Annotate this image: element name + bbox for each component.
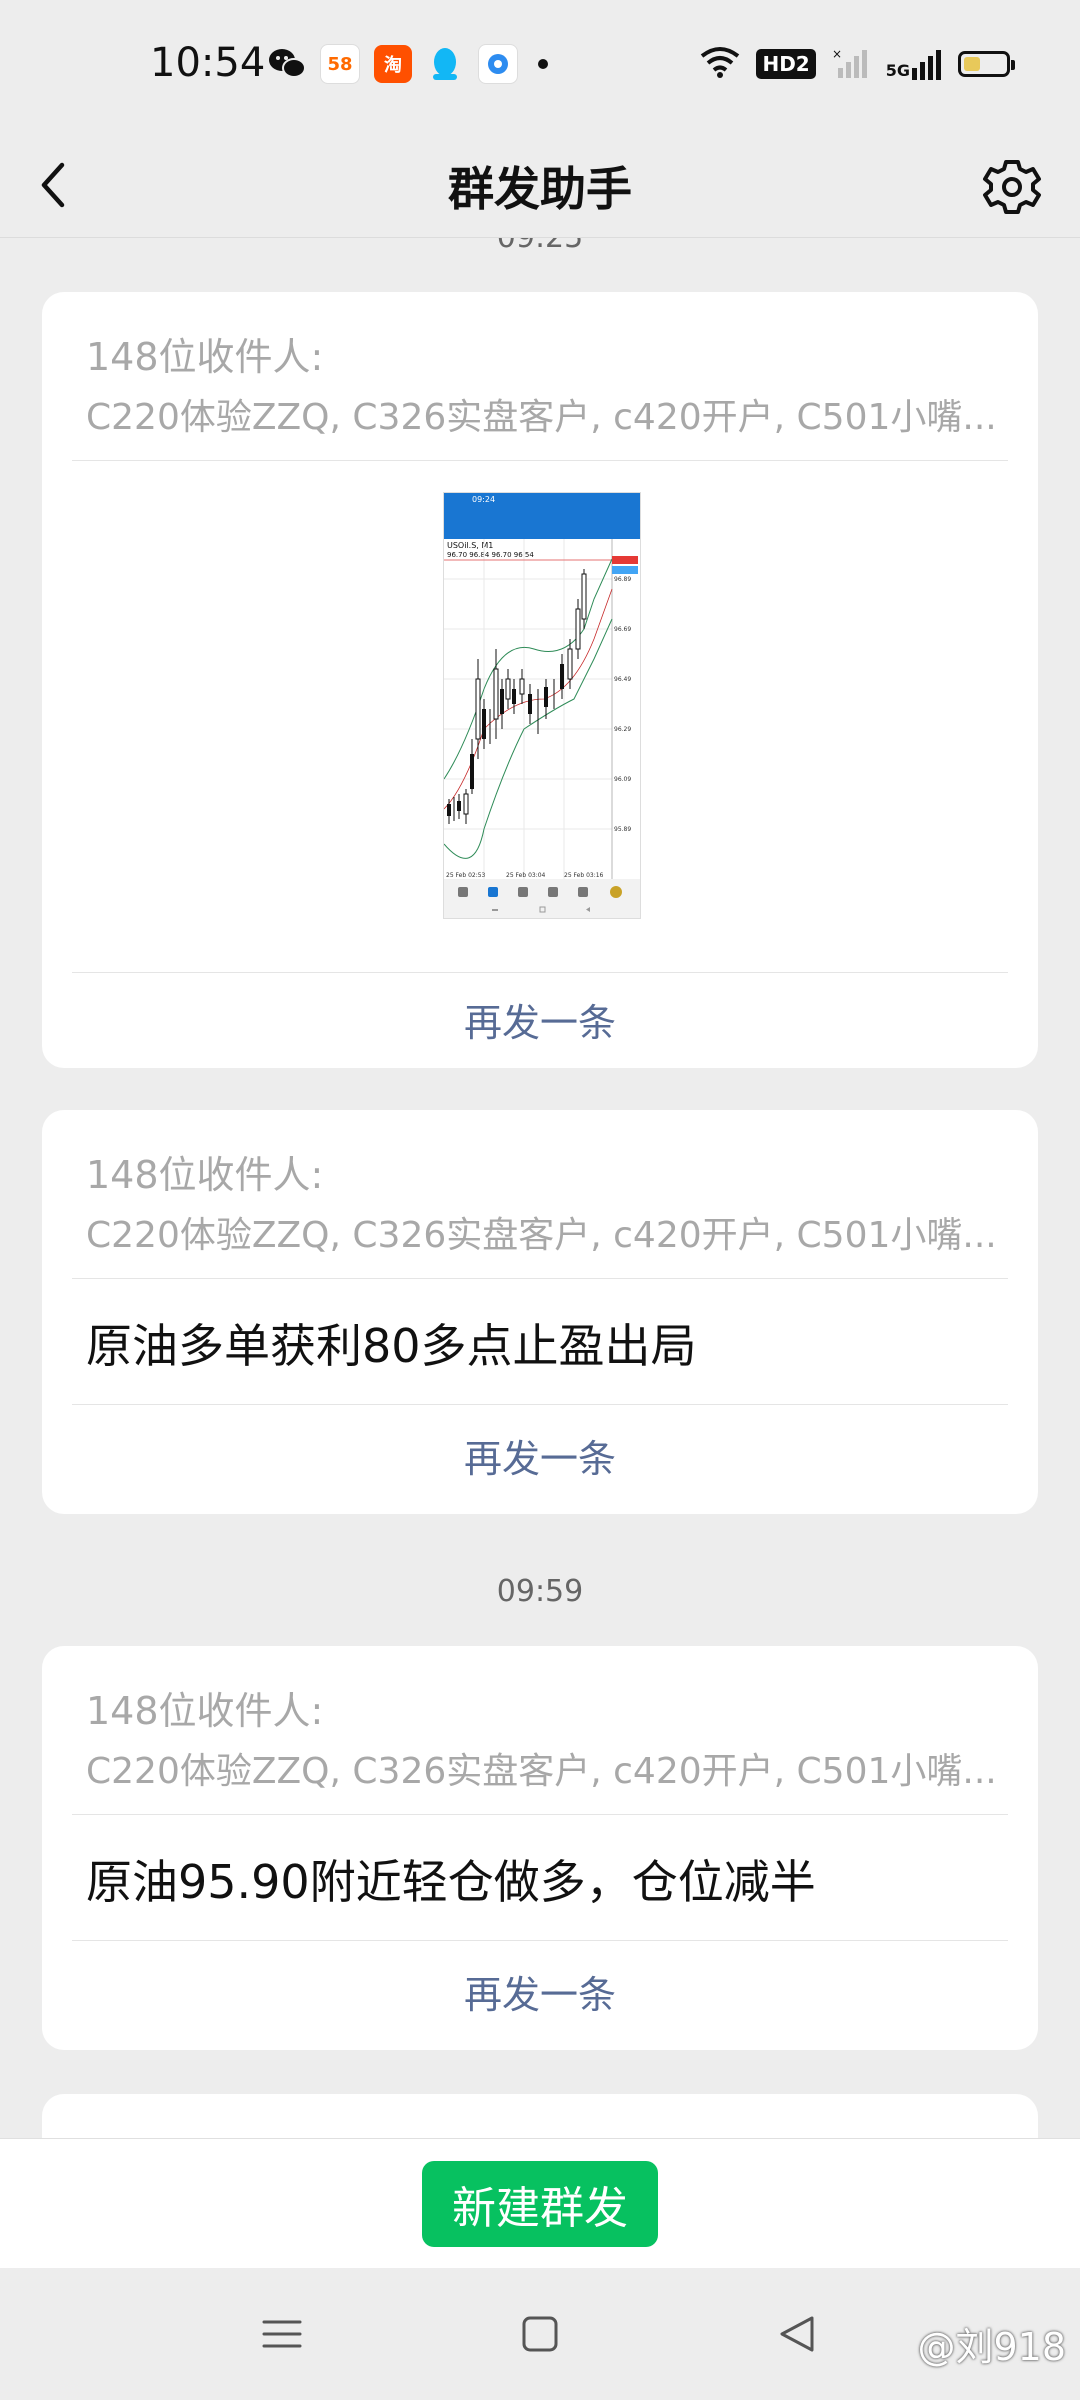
watermark: @刘918 bbox=[917, 2325, 1066, 2369]
hd-badge: HD2 bbox=[756, 49, 816, 79]
svg-text:96.29: 96.29 bbox=[614, 726, 631, 733]
menu-icon bbox=[262, 2320, 302, 2348]
svg-text:95.89: 95.89 bbox=[614, 826, 631, 833]
menu-nav-button[interactable] bbox=[252, 2304, 312, 2364]
divider bbox=[72, 972, 1008, 973]
message-card: 148位收件人: C220体验ZZQ, C326实盘客户, c420开户, C5… bbox=[42, 1646, 1038, 2050]
bottom-action-bar: 新建群发 bbox=[0, 2138, 1080, 2269]
resend-button[interactable]: 再发一条 bbox=[42, 1964, 1038, 2019]
candlestick-chart: 96.89 96.69 96.49 96.29 96.09 95.89 25 Feb 0… bbox=[444, 539, 638, 879]
recipient-count: 148位收件人: bbox=[86, 335, 324, 379]
qq-icon bbox=[426, 45, 464, 83]
recipient-names[interactable]: C220体验ZZQ, C326实盘客户, c420开户, C501小嘴... bbox=[86, 388, 1006, 440]
gear-icon bbox=[983, 160, 1041, 214]
thumb-status-time: 09:24 bbox=[472, 495, 496, 504]
home-square-icon bbox=[522, 2316, 558, 2352]
divider bbox=[72, 1278, 1008, 1279]
back-nav-button[interactable] bbox=[768, 2304, 828, 2364]
svg-text:96.89: 96.89 bbox=[614, 576, 631, 583]
divider bbox=[72, 1404, 1008, 1405]
taobao-icon: 淘 bbox=[374, 45, 412, 83]
thumb-toolbar: 09:24 bbox=[444, 493, 640, 539]
time-label: 09:59 bbox=[496, 1574, 584, 1609]
svg-text:×: × bbox=[832, 47, 842, 61]
divider bbox=[72, 1940, 1008, 1941]
system-nav-bar: @刘918 bbox=[0, 2268, 1080, 2400]
header: 群发助手 bbox=[0, 135, 1080, 238]
resend-button[interactable]: 再发一条 bbox=[42, 992, 1038, 1047]
message-text: 原油95.90附近轻仓做多，仓位减半 bbox=[86, 1855, 816, 1909]
svg-text:96.69: 96.69 bbox=[614, 626, 631, 633]
divider bbox=[72, 460, 1008, 461]
chart-screenshot-image[interactable]: 09:24 USOil.S, M1 96.70 96.84 96.70 96.5… bbox=[443, 492, 641, 919]
signal-weak-icon: × bbox=[832, 46, 870, 82]
browser-icon bbox=[478, 44, 518, 84]
battery-icon bbox=[958, 51, 1015, 77]
svg-text:96.09: 96.09 bbox=[614, 776, 631, 783]
svg-text:25 Feb 03:16: 25 Feb 03:16 bbox=[564, 872, 604, 879]
back-triangle-icon bbox=[780, 2316, 814, 2352]
notification-icons: 58 淘 bbox=[268, 44, 548, 84]
svg-text:25 Feb 02:53: 25 Feb 02:53 bbox=[446, 872, 486, 879]
more-dot-icon bbox=[538, 59, 548, 69]
new-broadcast-button[interactable]: 新建群发 bbox=[422, 2161, 658, 2247]
58-icon: 58 bbox=[320, 44, 360, 84]
divider bbox=[72, 1814, 1008, 1815]
message-text: 原油多单获利80多点止盈出局 bbox=[86, 1319, 697, 1373]
settings-button[interactable] bbox=[972, 147, 1052, 227]
message-card-partial bbox=[42, 2094, 1038, 2138]
page-title: 群发助手 bbox=[448, 162, 632, 216]
thumb-bottom-nav bbox=[444, 879, 640, 918]
svg-text:25 Feb 03:04: 25 Feb 03:04 bbox=[506, 872, 546, 879]
message-card: 148位收件人: C220体验ZZQ, C326实盘客户, c420开户, C5… bbox=[42, 292, 1038, 1068]
recipient-names[interactable]: C220体验ZZQ, C326实盘客户, c420开户, C501小嘴... bbox=[86, 1206, 1006, 1258]
recipient-count: 148位收件人: bbox=[86, 1689, 324, 1733]
message-list[interactable]: 09:25 148位收件人: C220体验ZZQ, C326实盘客户, c420… bbox=[0, 238, 1080, 2138]
svg-text:96.49: 96.49 bbox=[614, 676, 631, 683]
system-icons: HD2 × 5G bbox=[700, 46, 1015, 82]
home-nav-button[interactable] bbox=[510, 2304, 570, 2364]
status-time: 10:54 bbox=[150, 40, 266, 86]
status-bar: 10:54 58 淘 HD2 × 5G bbox=[0, 0, 1080, 135]
time-label: 09:25 bbox=[0, 238, 1080, 255]
recipient-names[interactable]: C220体验ZZQ, C326实盘客户, c420开户, C501小嘴... bbox=[86, 1742, 1006, 1794]
resend-button[interactable]: 再发一条 bbox=[42, 1428, 1038, 1483]
message-card: 148位收件人: C220体验ZZQ, C326实盘客户, c420开户, C5… bbox=[42, 1110, 1038, 1514]
wechat-icon bbox=[268, 45, 306, 83]
signal-5g-icon: 5G bbox=[886, 48, 942, 80]
recipient-count: 148位收件人: bbox=[86, 1153, 324, 1197]
wifi-icon bbox=[700, 46, 740, 82]
